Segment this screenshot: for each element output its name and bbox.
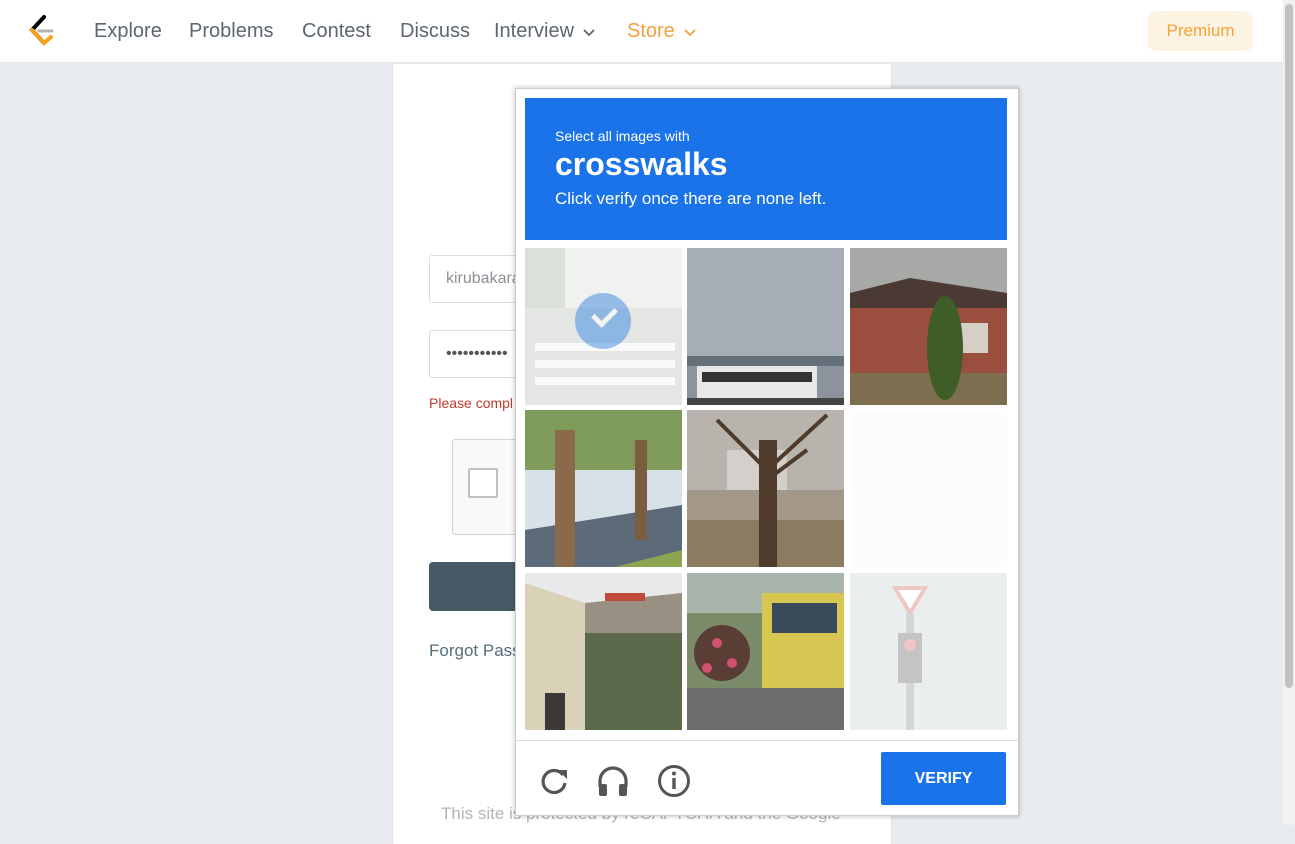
tile-bare-tree[interactable] xyxy=(687,410,844,567)
nav-problems[interactable]: Problems xyxy=(189,20,273,43)
scrollbar-thumb[interactable] xyxy=(1285,4,1293,688)
nav-problems-label: Problems xyxy=(189,20,274,42)
top-nav: Explore Problems Contest Discuss Intervi… xyxy=(0,0,1283,63)
nav-explore[interactable]: Explore xyxy=(94,20,162,43)
nav-store-label: Store xyxy=(627,20,675,42)
challenge-target: crosswalks xyxy=(555,146,728,182)
verify-label: VERIFY xyxy=(914,769,973,787)
nav-discuss-label: Discuss xyxy=(400,20,471,42)
chevron-down-icon xyxy=(583,28,595,36)
verify-button[interactable]: VERIFY xyxy=(881,752,1006,805)
challenge-instruction: Click verify once there are none left. xyxy=(555,189,827,208)
tile-street-trees[interactable] xyxy=(525,410,682,567)
chevron-down-icon xyxy=(684,28,696,36)
captcha-error-text: Please compl xyxy=(429,395,514,411)
challenge-subtitle: Select all images with xyxy=(555,128,690,144)
tile-brick-house[interactable] xyxy=(850,248,1007,405)
recaptcha-checkbox[interactable] xyxy=(468,468,498,498)
nav-explore-label: Explore xyxy=(94,20,162,42)
recaptcha-challenge: Select all images with crosswalks Click … xyxy=(515,88,1019,816)
password-value: ••••••••••• xyxy=(446,345,508,362)
challenge-footer: VERIFY xyxy=(516,740,1018,816)
forgot-password-link[interactable]: Forgot Pass xyxy=(429,641,521,661)
premium-label: Premium xyxy=(1166,21,1235,40)
reload-icon[interactable] xyxy=(536,763,572,799)
page-scrollbar[interactable] xyxy=(1283,0,1295,825)
headphones-icon[interactable] xyxy=(595,763,631,799)
tile-bus-flowers[interactable] xyxy=(687,573,844,730)
tile-bus-sky[interactable] xyxy=(687,248,844,405)
nav-discuss[interactable]: Discuss xyxy=(400,20,470,43)
info-icon[interactable] xyxy=(656,763,692,799)
tile-crosswalk[interactable] xyxy=(525,248,682,405)
nav-interview-label: Interview xyxy=(494,20,575,42)
image-grid xyxy=(525,248,1007,730)
premium-button[interactable]: Premium xyxy=(1148,11,1253,51)
tile-traffic-light[interactable] xyxy=(850,573,1007,730)
challenge-header: Select all images with crosswalks Click … xyxy=(525,98,1007,240)
selected-check-icon xyxy=(575,293,631,349)
nav-contest[interactable]: Contest xyxy=(302,20,371,43)
nav-contest-label: Contest xyxy=(302,20,371,42)
leetcode-logo-icon[interactable] xyxy=(27,14,57,48)
tile-blank[interactable] xyxy=(850,410,1007,567)
username-value: kirubakara xyxy=(446,270,521,287)
tile-building-stairs[interactable] xyxy=(525,573,682,730)
nav-store[interactable]: Store xyxy=(627,20,697,43)
nav-interview[interactable]: Interview xyxy=(494,20,596,43)
